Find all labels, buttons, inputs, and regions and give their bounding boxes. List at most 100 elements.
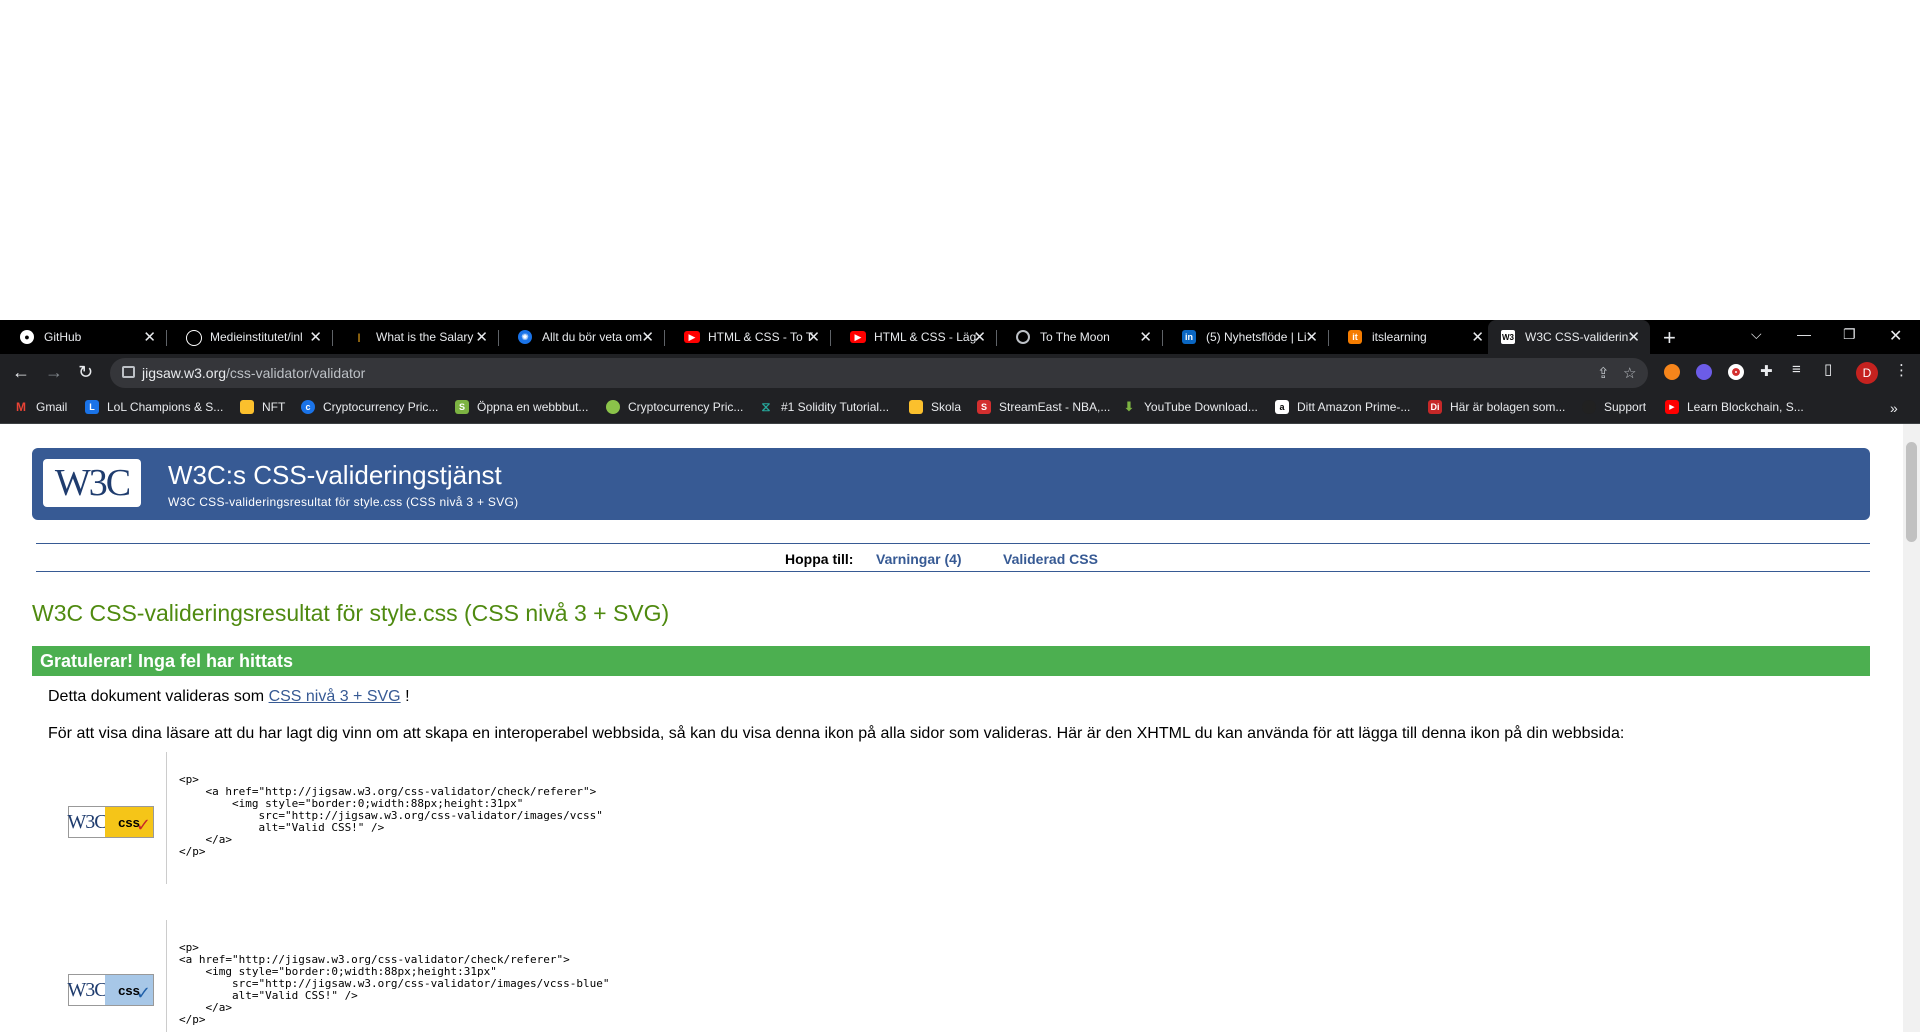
close-icon[interactable]: ✕ bbox=[309, 328, 322, 346]
new-tab-button[interactable]: + bbox=[1663, 325, 1676, 351]
github-icon bbox=[186, 330, 202, 346]
w3c-logo[interactable]: W3C bbox=[43, 459, 141, 507]
checkmark-icon: ✓ bbox=[135, 815, 151, 835]
support-icon bbox=[1582, 400, 1596, 414]
folder-icon bbox=[240, 400, 254, 414]
menu-icon[interactable]: ⋮ bbox=[1894, 361, 1909, 379]
warnings-link[interactable]: Varningar (4) bbox=[876, 551, 962, 567]
result-heading: W3C CSS-valideringsresultat för style.cs… bbox=[32, 600, 670, 626]
reload-icon[interactable]: ↻ bbox=[78, 362, 93, 383]
bookmarks-bar: M Gmail L LoL Champions & S... NFT c Crypto… bbox=[0, 392, 1920, 424]
success-banner: Gratulerar! Inga fel har hittats bbox=[32, 646, 1870, 676]
media-control-icon[interactable]: ≡ bbox=[1792, 361, 1801, 378]
bookmark-support[interactable]: Support bbox=[1582, 400, 1646, 414]
minimize-button[interactable]: — bbox=[1797, 326, 1811, 342]
tab-itslearning[interactable]: it itslearning ✕ bbox=[1328, 320, 1494, 354]
bookmark-lol[interactable]: L LoL Champions & S... bbox=[85, 400, 223, 414]
close-icon[interactable]: ✕ bbox=[641, 328, 654, 346]
close-icon[interactable]: ✕ bbox=[807, 328, 820, 346]
linkedin-icon: in bbox=[1182, 330, 1196, 344]
youtube-icon: ▶ bbox=[684, 331, 700, 343]
badge-row: W3C css ✓ bbox=[40, 752, 166, 872]
download-icon: ⬇ bbox=[1123, 399, 1135, 414]
close-icon[interactable]: ✕ bbox=[1627, 328, 1640, 346]
bookmark-crypto-2[interactable]: Cryptocurrency Pric... bbox=[606, 400, 743, 414]
star-icon[interactable]: ☆ bbox=[1623, 364, 1636, 382]
back-arrow-icon[interactable]: ← bbox=[12, 362, 30, 383]
jump-to-label: Hoppa till: bbox=[785, 551, 854, 567]
bookmark-amazon[interactable]: a Ditt Amazon Prime-... bbox=[1275, 400, 1410, 414]
restore-button[interactable]: ❐ bbox=[1843, 326, 1856, 343]
toolbar: ← → ↻ jigsaw.w3.org/css-validator/valida… bbox=[0, 354, 1920, 392]
solidity-icon: ⧖ bbox=[761, 399, 771, 414]
tab-medieinstitutet[interactable]: Medieinstitutet/inl ✕ bbox=[166, 320, 332, 354]
tab-salary[interactable]: | What is the Salary ✕ bbox=[332, 320, 498, 354]
bookmark-solidity[interactable]: ⧖ #1 Solidity Tutorial... bbox=[759, 399, 889, 414]
tab-linkedin[interactable]: in (5) Nyhetsflöde | Li ✕ bbox=[1162, 320, 1328, 354]
dollar-icon: | bbox=[357, 332, 361, 342]
more-bookmarks-icon[interactable]: » bbox=[1890, 400, 1898, 416]
metamask-icon[interactable] bbox=[1664, 364, 1680, 380]
browser-chrome: ● GitHub ✕ Medieinstitutet/inl ✕ | What … bbox=[0, 320, 1920, 424]
puzzle-icon[interactable]: ✚ bbox=[1760, 362, 1773, 380]
address-bar[interactable]: jigsaw.w3.org/css-validator/validator ⇪ … bbox=[110, 358, 1648, 388]
tab-allt-du-bor-veta[interactable]: ✺ Allt du bör veta om ✕ bbox=[498, 320, 664, 354]
bookmark-youtube-download[interactable]: ⬇ YouTube Download... bbox=[1122, 399, 1258, 414]
close-icon[interactable]: ✕ bbox=[475, 328, 488, 346]
badge-row: W3C css ✓ bbox=[40, 920, 166, 1032]
extension-icon[interactable] bbox=[1696, 364, 1712, 380]
avatar[interactable]: D bbox=[1856, 362, 1878, 384]
tab-title: What is the Salary bbox=[376, 330, 474, 344]
window-close-button[interactable]: ✕ bbox=[1889, 326, 1902, 346]
bookmark-skola[interactable]: Skola bbox=[909, 400, 961, 414]
tab-title: Allt du bör veta om bbox=[542, 330, 643, 344]
tab-github[interactable]: ● GitHub ✕ bbox=[0, 320, 166, 354]
bookmark-streameast[interactable]: S StreamEast - NBA,... bbox=[977, 400, 1110, 414]
close-icon[interactable]: ✕ bbox=[1139, 328, 1152, 346]
valid-css-blue-badge[interactable]: W3C css ✓ bbox=[67, 974, 154, 1006]
bookmark-nft[interactable]: NFT bbox=[240, 400, 285, 414]
css-level-link[interactable]: CSS nivå 3 + SVG bbox=[269, 688, 401, 705]
record-icon[interactable] bbox=[1728, 364, 1744, 380]
close-icon[interactable]: ✕ bbox=[1305, 328, 1318, 346]
tab-title: (5) Nyhetsflöde | Li bbox=[1206, 330, 1307, 344]
bookmark-gmail[interactable]: M Gmail bbox=[14, 400, 67, 414]
validated-as-text: Detta dokument valideras som CSS nivå 3 … bbox=[48, 688, 410, 705]
validated-css-link[interactable]: Validerad CSS bbox=[1003, 551, 1098, 567]
github-icon: ● bbox=[20, 330, 34, 344]
forward-arrow-icon[interactable]: → bbox=[45, 362, 63, 383]
share-icon[interactable]: ⇪ bbox=[1597, 364, 1610, 382]
icon-info-text: För att visa dina läsare att du har lagt… bbox=[48, 725, 1625, 742]
scrollbar[interactable] bbox=[1903, 424, 1920, 1032]
valid-css-badge[interactable]: W3C css ✓ bbox=[67, 806, 154, 838]
bookmark-crypto-1[interactable]: c Cryptocurrency Pric... bbox=[301, 400, 438, 414]
tab-html-css-1[interactable]: ▶ HTML & CSS - To T ✕ bbox=[664, 320, 830, 354]
scrollbar-thumb[interactable] bbox=[1906, 442, 1917, 542]
tab-title: To The Moon bbox=[1040, 330, 1110, 344]
w3c-icon: W3 bbox=[1501, 330, 1515, 344]
bookmark-bolagen[interactable]: Di Här är bolagen som... bbox=[1428, 400, 1565, 414]
side-panel-icon[interactable]: ▯ bbox=[1824, 360, 1832, 378]
coin-icon bbox=[606, 400, 620, 414]
globe-icon bbox=[1016, 330, 1030, 344]
close-icon[interactable]: ✕ bbox=[973, 328, 986, 346]
chevron-down-icon[interactable]: ⌵ bbox=[1751, 326, 1762, 343]
close-icon[interactable]: ✕ bbox=[1471, 328, 1484, 346]
bookmark-learn-blockchain[interactable]: ▶ Learn Blockchain, S... bbox=[1665, 400, 1804, 414]
tab-title: itslearning bbox=[1372, 330, 1427, 344]
coin-icon: c bbox=[301, 400, 315, 414]
url-text[interactable]: jigsaw.w3.org/css-validator/validator bbox=[142, 365, 365, 381]
close-icon[interactable]: ✕ bbox=[143, 328, 156, 346]
itslearning-icon: it bbox=[1348, 330, 1362, 344]
checkmark-icon: ✓ bbox=[135, 983, 151, 1003]
lock-icon[interactable] bbox=[122, 366, 135, 378]
page-title[interactable]: W3C:s CSS-valideringstjänst bbox=[168, 460, 502, 491]
tab-w3c-validator[interactable]: W3 W3C CSS-validerin ✕ bbox=[1488, 320, 1650, 354]
folder-icon bbox=[909, 400, 923, 414]
tab-title: HTML & CSS - To T bbox=[708, 330, 814, 344]
tab-title: GitHub bbox=[44, 330, 82, 344]
tab-strip: ● GitHub ✕ Medieinstitutet/inl ✕ | What … bbox=[0, 320, 1920, 354]
tab-html-css-2[interactable]: ▶ HTML & CSS - Läg ✕ bbox=[830, 320, 996, 354]
bookmark-oppna[interactable]: S Öppna en webbbut... bbox=[455, 400, 588, 414]
tab-to-the-moon[interactable]: To The Moon ✕ bbox=[996, 320, 1162, 354]
